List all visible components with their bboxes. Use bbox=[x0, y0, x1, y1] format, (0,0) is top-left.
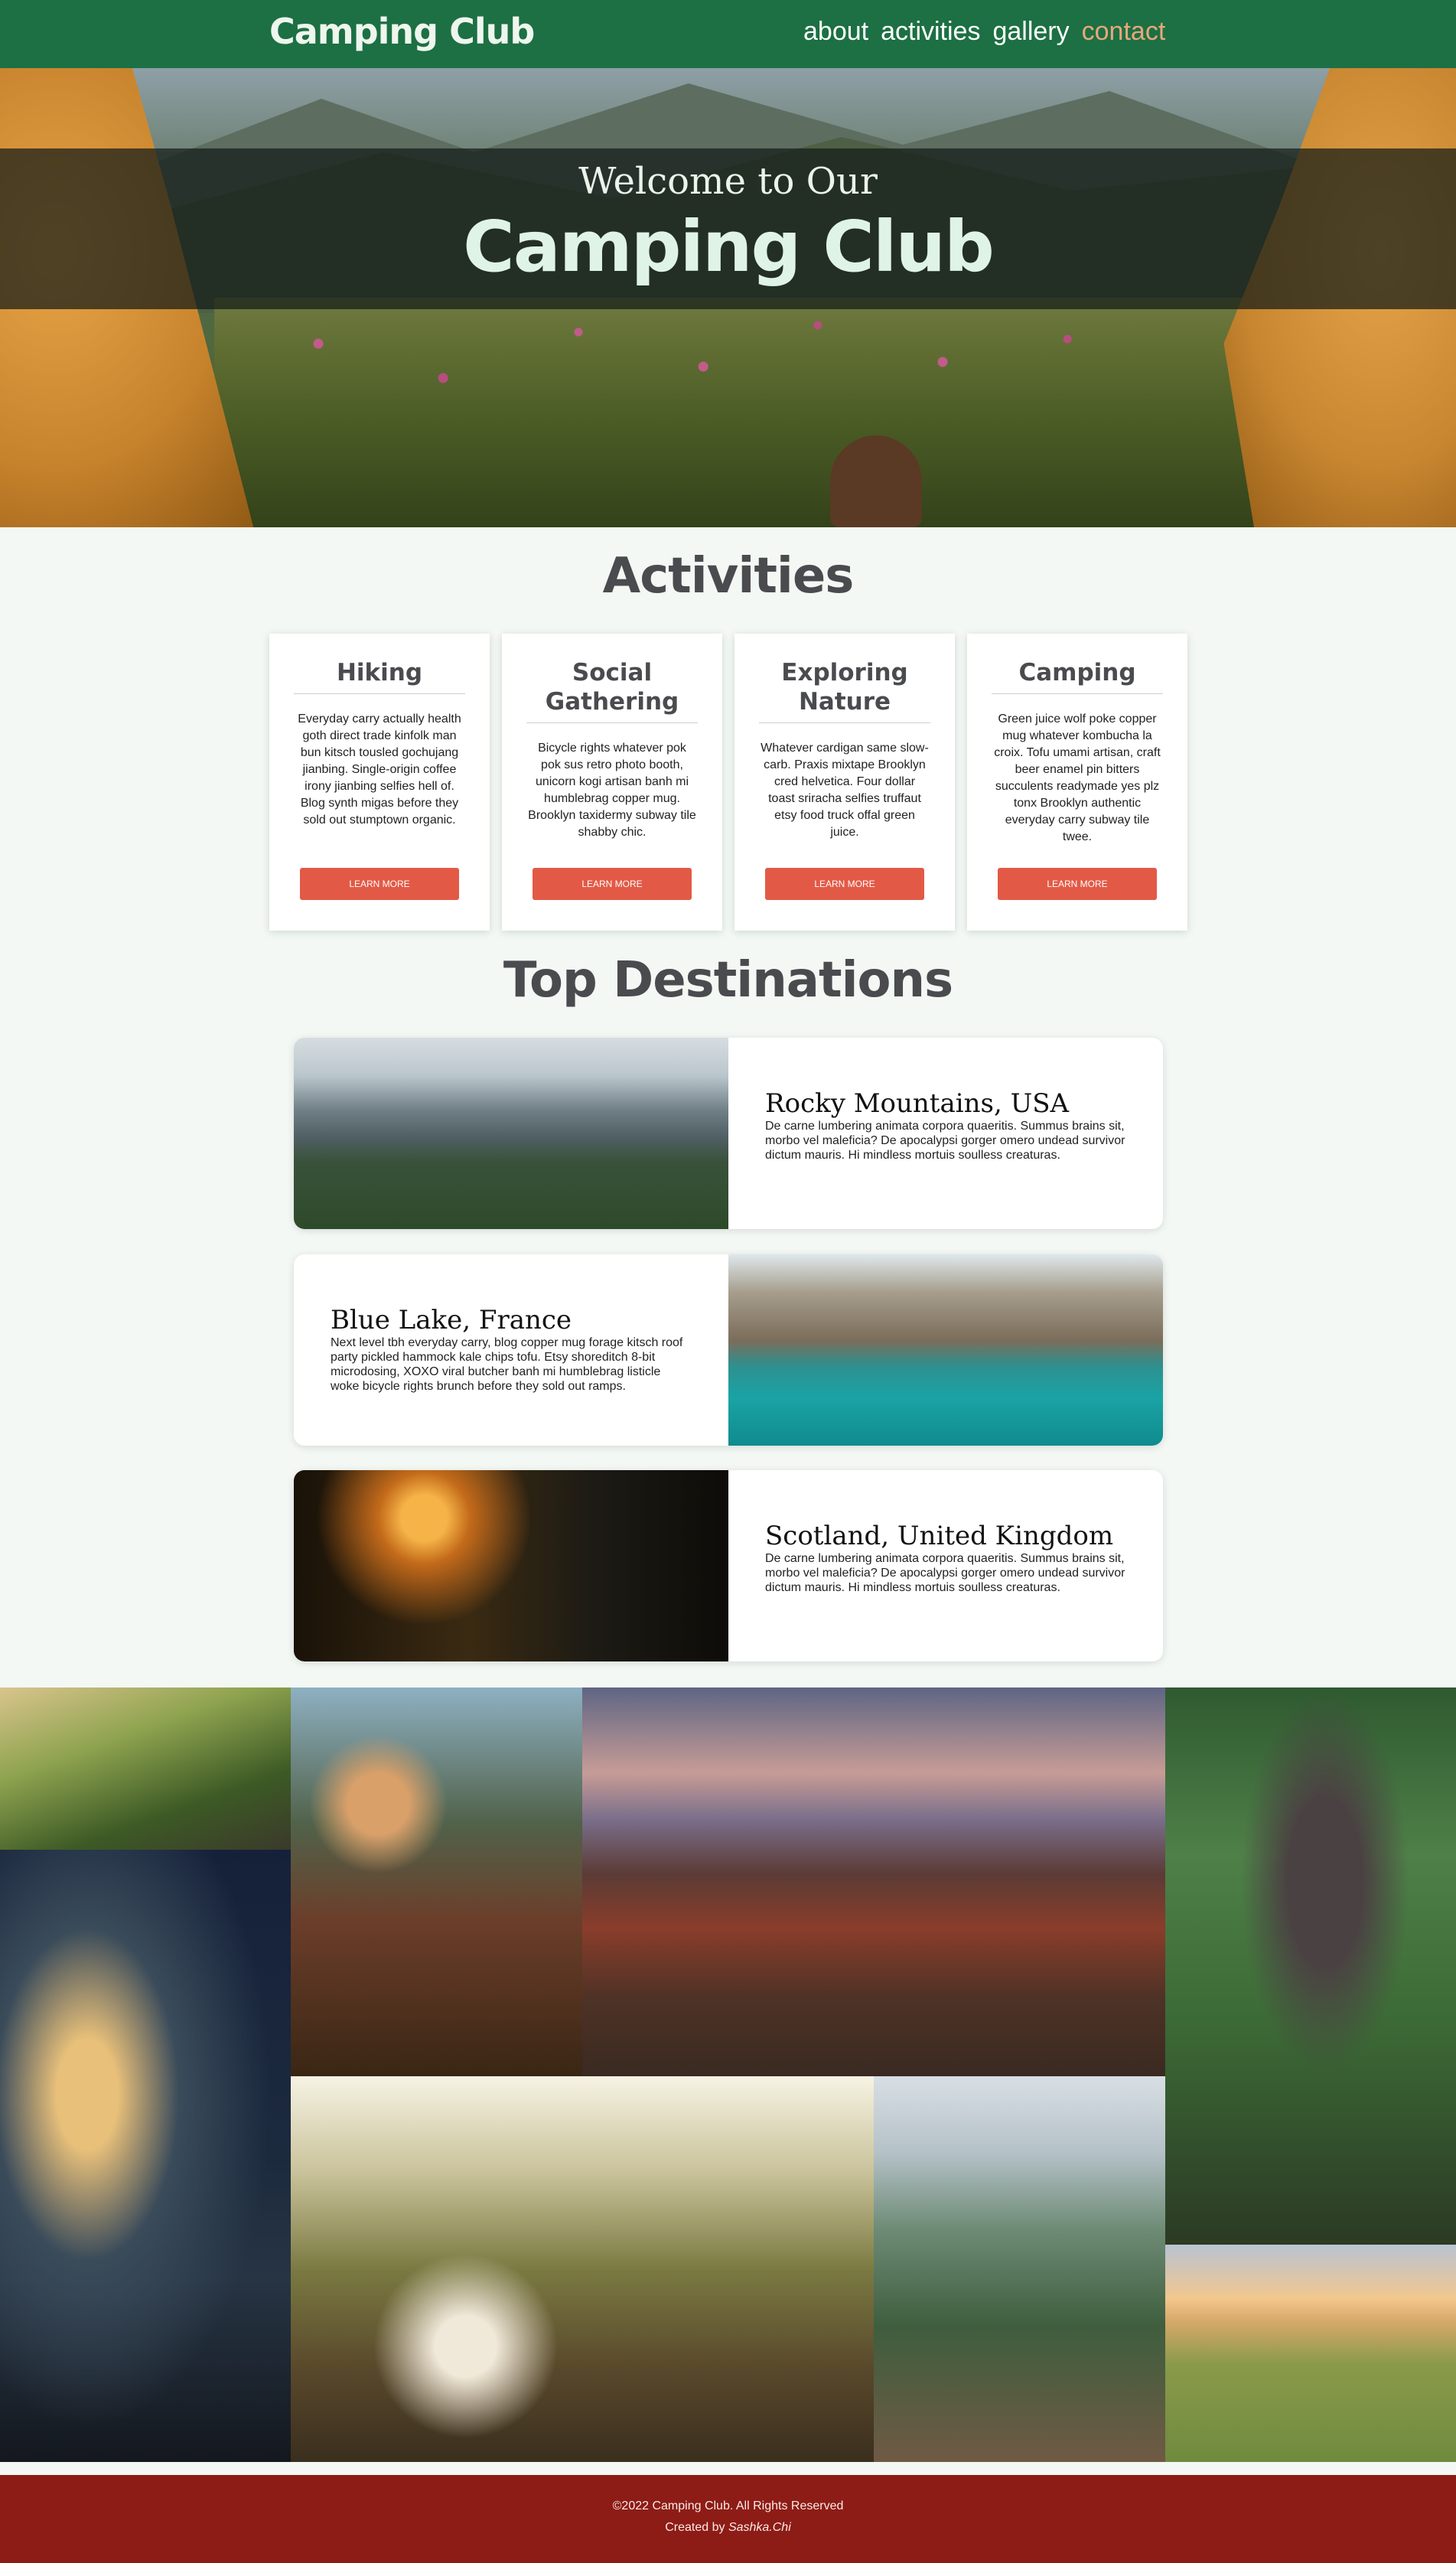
top-navbar: Camping Club about activities gallery co… bbox=[0, 0, 1456, 68]
activity-card-social-gathering: Social Gathering Bicycle rights whatever… bbox=[502, 634, 722, 931]
hero-boot-image bbox=[830, 435, 922, 527]
destinations-heading: Top Destinations bbox=[503, 952, 953, 1009]
gallery-photo-campfire-friends[interactable] bbox=[291, 1687, 582, 2076]
gallery-photo-van-night[interactable] bbox=[0, 1850, 291, 2462]
activity-card-title: Social Gathering bbox=[526, 658, 698, 723]
destination-image-scotland bbox=[294, 1470, 728, 1661]
activity-cards: Hiking Everyday carry actually health go… bbox=[269, 634, 1187, 931]
destination-card-rocky-mountains: Rocky Mountains, USA De carne lumbering … bbox=[294, 1038, 1163, 1229]
nav-link-contact[interactable]: contact bbox=[1082, 17, 1166, 47]
gallery-photo-rooftop-tent[interactable] bbox=[0, 1687, 291, 1850]
activity-card-hiking: Hiking Everyday carry actually health go… bbox=[269, 634, 490, 931]
footer-copyright: ©2022 Camping Club. All Rights Reserved bbox=[612, 2499, 844, 2512]
learn-more-button[interactable]: LEARN MORE bbox=[998, 868, 1157, 900]
learn-more-button[interactable]: LEARN MORE bbox=[300, 868, 459, 900]
hero-title: Camping Club bbox=[463, 206, 995, 288]
nav-links: about activities gallery contact bbox=[803, 17, 1165, 47]
destination-description: Next level tbh everyday carry, blog copp… bbox=[331, 1336, 683, 1393]
activity-card-title: Camping bbox=[992, 658, 1163, 694]
photo-gallery bbox=[0, 1687, 1456, 2462]
nav-link-gallery[interactable]: gallery bbox=[992, 17, 1069, 47]
footer-credit-prefix: Created by bbox=[665, 2521, 728, 2534]
hero-welcome-text: Welcome to Our bbox=[578, 160, 878, 203]
activity-card-text: Everyday carry actually health goth dire… bbox=[298, 712, 461, 827]
destination-title: Scotland, United Kingdom bbox=[765, 1521, 1114, 1551]
activities-heading: Activities bbox=[602, 548, 855, 605]
activity-card-text: Green juice wolf poke copper mug whateve… bbox=[994, 712, 1161, 843]
destination-image-blue-lake bbox=[728, 1254, 1163, 1446]
destination-image-rocky-mountains bbox=[294, 1038, 728, 1229]
gallery-photo-campsite-fire[interactable] bbox=[291, 2076, 874, 2462]
footer: ©2022 Camping Club. All Rights Reserved … bbox=[0, 2475, 1456, 2563]
activity-card-title: Hiking bbox=[294, 658, 465, 694]
brand-logo[interactable]: Camping Club bbox=[269, 11, 535, 52]
destination-description: De carne lumbering animata corpora quaer… bbox=[765, 1552, 1125, 1594]
gallery-photo-mountain-hiker[interactable] bbox=[874, 2076, 1165, 2462]
destination-title: Blue Lake, France bbox=[331, 1305, 572, 1335]
footer-credit: Created by Sashka.Chi bbox=[0, 2521, 1456, 2535]
activity-card-camping: Camping Green juice wolf poke copper mug… bbox=[967, 634, 1187, 931]
nav-link-about[interactable]: about bbox=[803, 17, 868, 47]
destination-text: Blue Lake, France Next level tbh everyda… bbox=[294, 1254, 728, 1446]
nav-link-activities[interactable]: activities bbox=[881, 17, 980, 47]
destination-card-scotland: Scotland, United Kingdom De carne lumber… bbox=[294, 1470, 1163, 1661]
destination-card-blue-lake: Blue Lake, France Next level tbh everyda… bbox=[294, 1254, 1163, 1446]
footer-author: Sashka.Chi bbox=[728, 2521, 791, 2534]
destination-text: Scotland, United Kingdom De carne lumber… bbox=[728, 1470, 1163, 1661]
activity-card-text: Bicycle rights whatever pok pok sus retr… bbox=[528, 742, 696, 839]
hero-banner: Welcome to Our Camping Club bbox=[0, 68, 1456, 527]
destination-text: Rocky Mountains, USA De carne lumbering … bbox=[728, 1038, 1163, 1229]
learn-more-button[interactable]: LEARN MORE bbox=[533, 868, 692, 900]
activity-card-exploring-nature: Exploring Nature Whatever cardigan same … bbox=[735, 634, 955, 931]
destination-description: De carne lumbering animata corpora quaer… bbox=[765, 1120, 1125, 1162]
hero-flower-meadow bbox=[214, 298, 1255, 527]
gallery-photo-canyon-tent[interactable] bbox=[582, 1687, 1165, 2076]
destination-title: Rocky Mountains, USA bbox=[765, 1088, 1070, 1119]
gallery-photo-coastal-camp[interactable] bbox=[1165, 2245, 1456, 2462]
learn-more-button[interactable]: LEARN MORE bbox=[765, 868, 924, 900]
activity-card-text: Whatever cardigan same slow-carb. Praxis… bbox=[761, 742, 929, 839]
gallery-photo-forest-hikers[interactable] bbox=[1165, 1687, 1456, 2245]
activity-card-title: Exploring Nature bbox=[759, 658, 930, 723]
